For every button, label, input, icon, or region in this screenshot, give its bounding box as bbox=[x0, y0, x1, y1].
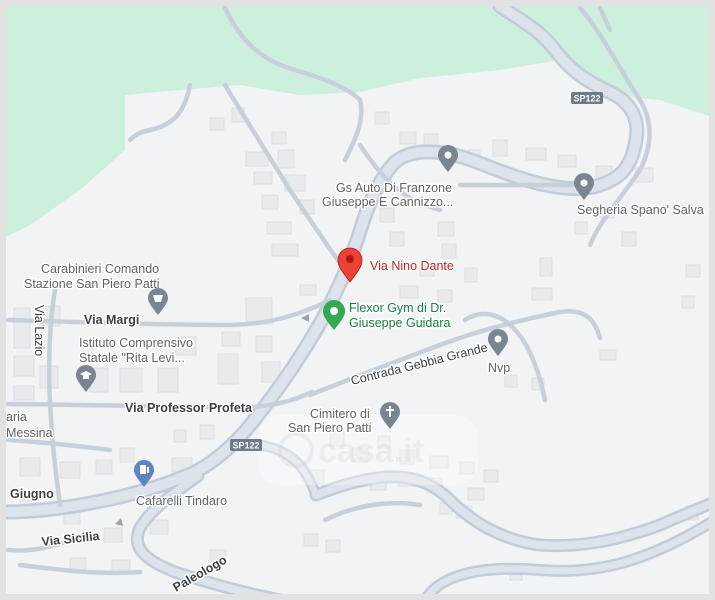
poi-label-gs-auto-2: Giuseppe E Cannizzo... bbox=[322, 195, 453, 209]
svg-text:SP122: SP122 bbox=[232, 441, 259, 451]
street-label-via-lazio: Via Lazio bbox=[32, 305, 46, 356]
watermark-text: casa.it bbox=[318, 432, 424, 470]
street-label-aria: aria bbox=[6, 410, 27, 424]
street-label-via-margi: Via Margi bbox=[84, 313, 139, 327]
street-label-messina: Messina bbox=[6, 426, 53, 440]
map-view[interactable]: casa.it SP122 SP122 Via Margi Via Lazio … bbox=[0, 0, 715, 600]
svg-text:SP122: SP122 bbox=[573, 94, 600, 104]
poi-label-cimitero-1: Cimitero di bbox=[310, 407, 370, 421]
map-canvas[interactable]: casa.it SP122 SP122 Via Margi Via Lazio … bbox=[0, 0, 715, 600]
poi-label-flexor-2: Giuseppe Guidara bbox=[349, 316, 451, 330]
poi-label-gs-auto-1: Gs Auto Di Franzone bbox=[336, 181, 452, 195]
poi-label-nvp: Nvp bbox=[488, 361, 510, 375]
poi-label-school-2: Statale "Rita Levi... bbox=[79, 351, 185, 365]
poi-label-carabinieri-1: Carabinieri Comando bbox=[41, 262, 159, 276]
poi-label-cafarelli: Cafarelli Tindaro bbox=[136, 494, 227, 508]
poi-label-school-1: Istituto Comprensivo bbox=[79, 336, 193, 350]
poi-label-cimitero-2: San Piero Patti bbox=[288, 421, 371, 435]
street-label-giugno: Giugno bbox=[10, 487, 54, 501]
route-shield-sp122-top: SP122 bbox=[571, 92, 603, 104]
poi-label-segheria: Segheria Spano' Salva bbox=[577, 203, 704, 217]
poi-label-flexor-1: Flexor Gym di Dr. bbox=[349, 301, 446, 315]
route-shield-sp122-bottom: SP122 bbox=[230, 439, 262, 451]
selected-location-label: Via Nino Dante bbox=[370, 259, 454, 273]
poi-label-carabinieri-2: Stazione San Piero Patti bbox=[24, 277, 160, 291]
street-label-via-professor-profeta: Via Professor Profeta bbox=[125, 401, 253, 415]
